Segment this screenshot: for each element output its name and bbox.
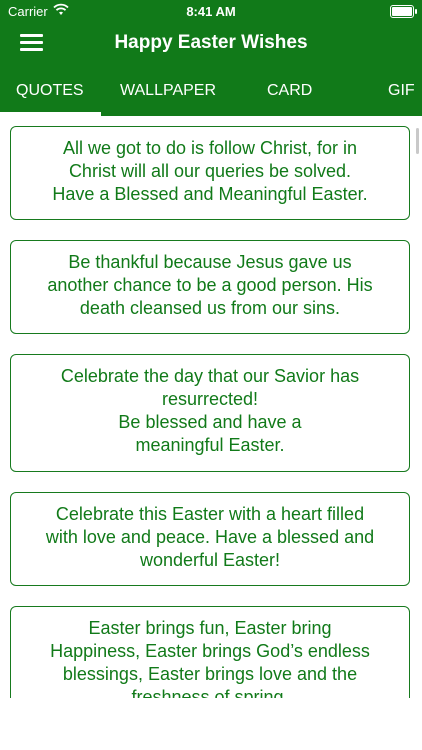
quote-line: Christ will all our queries be solved. [68, 161, 352, 181]
quote-line: Be blessed and have a [118, 412, 302, 432]
quote-line: another chance to be a good person. His [47, 275, 373, 295]
quote-card[interactable]: All we got to do is follow Christ, for i… [10, 126, 410, 220]
quote-line: resurrected! [161, 389, 259, 409]
clock: 8:41 AM [186, 4, 236, 19]
tab-card[interactable]: CARD [267, 82, 312, 100]
tab-bar: QUOTES WALLPAPER CARD GIF [0, 66, 422, 116]
battery-icon [390, 5, 417, 18]
quotes-list[interactable]: All we got to do is follow Christ, for i… [0, 116, 422, 698]
quote-line: Celebrate this Easter with a heart fille… [55, 504, 365, 524]
quote-line: freshness of spring. [131, 687, 289, 698]
quote-line: death cleansed us from our sins. [79, 298, 341, 318]
quote-card[interactable]: Celebrate this Easter with a heart fille… [10, 492, 410, 586]
quote-line: Be thankful because Jesus gave us [68, 252, 352, 272]
quote-card[interactable]: Celebrate the day that our Savior has re… [10, 354, 410, 472]
quote-line: Happiness, Easter brings God’s endless [50, 641, 370, 661]
quote-line: wonderful Easter! [139, 550, 281, 570]
quote-line: Have a Blessed and Meaningful Easter. [52, 184, 368, 204]
quote-line: blessings, Easter brings love and the [62, 664, 358, 684]
quote-line: Easter brings fun, Easter bring [88, 618, 332, 638]
quote-line: Celebrate the day that our Savior has [60, 366, 360, 386]
quote-card[interactable]: Easter brings fun, Easter bring Happines… [10, 606, 410, 698]
page-title: Happy Easter Wishes [114, 32, 308, 53]
quote-card[interactable]: Be thankful because Jesus gave us anothe… [10, 240, 410, 334]
status-bar: Carrier 8:41 AM [0, 0, 422, 22]
tab-gif[interactable]: GIF [388, 82, 415, 100]
bottom-safe-area [0, 698, 422, 750]
scroll-indicator[interactable] [416, 128, 419, 154]
navigation-bar: Happy Easter Wishes [0, 22, 422, 66]
quote-line: All we got to do is follow Christ, for i… [62, 138, 358, 158]
quote-line: meaningful Easter. [135, 435, 285, 455]
quote-line: with love and peace. Have a blessed and [45, 527, 375, 547]
tab-quotes[interactable]: QUOTES [16, 82, 84, 100]
tab-wallpaper[interactable]: WALLPAPER [120, 82, 216, 100]
